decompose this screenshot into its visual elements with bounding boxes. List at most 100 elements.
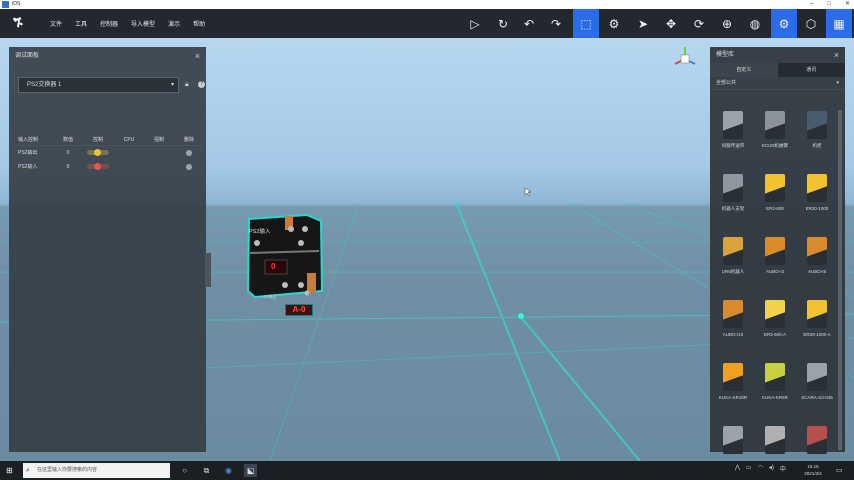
delete-icon[interactable] [186, 163, 192, 170]
undo-icon[interactable]: ↶ [516, 9, 542, 38]
model-library-scrollbar[interactable] [838, 110, 842, 450]
model-item[interactable]: 伺服传送带 [712, 105, 754, 155]
main-toolbar: ጙ 文件 工具 控制器 导入模型 演示 帮助 ▷ ↻ ↶ ↷ ⬚ ⚙ ➤ ✥ ⟳ ⊕ ◍ ⚙ ⬡ ▦ [0, 9, 854, 38]
taskbar: ⊞ ⌕ 在这里输入你要搜索的内容 ○ ⧉ ◉ ⬕ ⋀ ▭ ◠ ◂) 中 15:1… [0, 461, 854, 480]
ime-icon[interactable]: 中 [780, 464, 786, 473]
model-thumbnail-icon [765, 363, 785, 391]
model-item[interactable]: AUBO-I10 [712, 294, 754, 344]
model-item[interactable]: ER3-600 [754, 168, 796, 218]
robot-teach-icon[interactable]: ⚙ [601, 9, 627, 38]
close-icon[interactable]: × [834, 47, 839, 63]
panel-resize-handle[interactable] [205, 253, 211, 287]
model-label: KUKA-KR10R [718, 395, 748, 400]
model-item[interactable]: SCARA-S3-045 [796, 357, 838, 407]
model-thumbnail-icon [765, 174, 785, 202]
menu-controller[interactable]: 控制器 [100, 19, 118, 28]
maximize-button[interactable]: □ [827, 0, 831, 9]
delete-icon[interactable] [186, 149, 192, 156]
grid-icon[interactable]: ▦ [826, 9, 852, 38]
menu-import-model[interactable]: 导入模型 [131, 19, 155, 28]
task-view-icon[interactable]: ⧉ [200, 464, 213, 477]
device-tag[interactable]: A-0 [285, 304, 313, 316]
clock-time: 15:15 [807, 464, 819, 469]
lock-icon[interactable]: 🔒︎ [185, 81, 189, 89]
model-grid: 伺服传送带 ECI20机械臂 机柜机器人支架 ER3-600 ER20-1000 UR5机… [712, 105, 840, 470]
app-taskbar-icon[interactable]: ⬕ [244, 464, 257, 477]
table-row: PS2输入 0 [15, 160, 203, 174]
tray-icon[interactable]: ⋀ [735, 464, 740, 473]
chevron-down-icon: ▾ [170, 82, 174, 88]
model-thumbnail-icon [807, 300, 827, 328]
model-thumbnail-icon [807, 363, 827, 391]
taskbar-search-input[interactable]: ⌕ 在这里输入你要搜索的内容 [23, 463, 170, 478]
model-label: ECI20机械臂 [761, 143, 788, 148]
model-thumbnail-icon [807, 237, 827, 265]
model-label: 机器人支架 [721, 206, 745, 211]
clock-date: 2021/3/4 [804, 471, 822, 476]
minimize-button[interactable]: – [810, 0, 813, 9]
model-thumbnail-icon [723, 174, 743, 202]
cortana-icon[interactable]: ○ [178, 464, 191, 477]
model-item[interactable]: ER20-1000 [796, 168, 838, 218]
globe-icon[interactable]: ◍ [742, 9, 768, 38]
menu-file[interactable]: 文件 [50, 19, 62, 28]
model-thumbnail-icon [723, 300, 743, 328]
model-item[interactable]: 机器人支架 [712, 168, 754, 218]
network-icon[interactable]: ◠ [758, 464, 763, 473]
col-control: 控制 [92, 137, 103, 143]
clock[interactable]: 15:15 2021/3/4 [796, 463, 830, 477]
model-thumbnail-icon [765, 426, 785, 454]
model-item[interactable]: AUBO-I3 [754, 231, 796, 281]
ps2-device-model[interactable] [245, 213, 323, 299]
tab-communication[interactable]: 通讯 [777, 63, 845, 77]
search-placeholder: 在这里输入你要搜索的内容 [37, 467, 98, 473]
axis-gizmo[interactable] [672, 44, 698, 74]
col-cpu: CPU [123, 137, 135, 143]
browser-icon[interactable]: ◉ [222, 464, 235, 477]
model-thumbnail-icon [723, 111, 743, 139]
col-value: 数值 [62, 137, 73, 143]
category-select[interactable]: 全部公共 ▾ [710, 77, 845, 90]
redo-icon[interactable]: ↷ [543, 9, 569, 38]
pointer-icon[interactable]: ➤ [630, 9, 656, 38]
model-item[interactable]: KUKA-KR6R [754, 357, 796, 407]
close-window-button[interactable]: ✕ [845, 0, 850, 9]
io-value: 0 [66, 164, 70, 170]
device-select[interactable]: PS2交换器 1 ▾ [18, 77, 179, 93]
io-toggle[interactable] [87, 163, 109, 171]
refresh-icon[interactable]: ↻ [490, 9, 516, 38]
help-icon[interactable]: ? [198, 81, 205, 88]
cursor-select-icon[interactable]: ⬚ [573, 9, 599, 38]
io-table-header: 输入控制 数值 控制 CPU 强制 删除 [15, 135, 203, 146]
rotate-icon[interactable]: ⟳ [686, 9, 712, 38]
robot-logo-icon: ጙ [13, 15, 23, 30]
model-item[interactable]: ER3-600-A [754, 294, 796, 344]
model-label: ER20-1000 [805, 206, 829, 211]
model-item[interactable]: ECI20机械臂 [754, 105, 796, 155]
model-library-header: 模型库 × [710, 47, 845, 63]
model-item[interactable]: 机柜 [796, 105, 838, 155]
move-icon[interactable]: ✥ [658, 9, 684, 38]
io-toggle[interactable] [87, 149, 109, 157]
play-icon[interactable]: ▷ [462, 9, 488, 38]
tab-custom[interactable]: 自定义 [710, 63, 778, 77]
menu-tools[interactable]: 工具 [75, 19, 87, 28]
notification-icon[interactable]: ▭ [836, 466, 843, 474]
cube-icon[interactable]: ⬡ [798, 9, 824, 38]
model-item[interactable]: UR5机器人 [712, 231, 754, 281]
menu-demo[interactable]: 演示 [168, 19, 180, 28]
model-library-panel: 模型库 × 自定义 通讯 全部公共 ▾ 伺服传送带 ECI20机械臂 机柜机器人支架… [710, 47, 845, 454]
windows-start-icon[interactable]: ⊞ [6, 466, 13, 475]
settings-icon[interactable]: ⚙ [771, 9, 797, 38]
target-icon[interactable]: ⊕ [714, 9, 740, 38]
tray-icon[interactable]: ▭ [746, 464, 752, 473]
model-item[interactable]: ER20-1000-A [796, 294, 838, 344]
debug-panel-title: 调试面板 [15, 53, 40, 59]
volume-icon[interactable]: ◂) [769, 464, 774, 473]
close-icon[interactable]: × [195, 47, 200, 65]
menu-help[interactable]: 帮助 [193, 19, 205, 28]
model-item[interactable]: KUKA-KR10R [712, 357, 754, 407]
model-item[interactable]: AUBO-I5 [796, 231, 838, 281]
col-force: 强制 [153, 137, 164, 143]
model-label: AUBO-I5 [807, 269, 826, 274]
